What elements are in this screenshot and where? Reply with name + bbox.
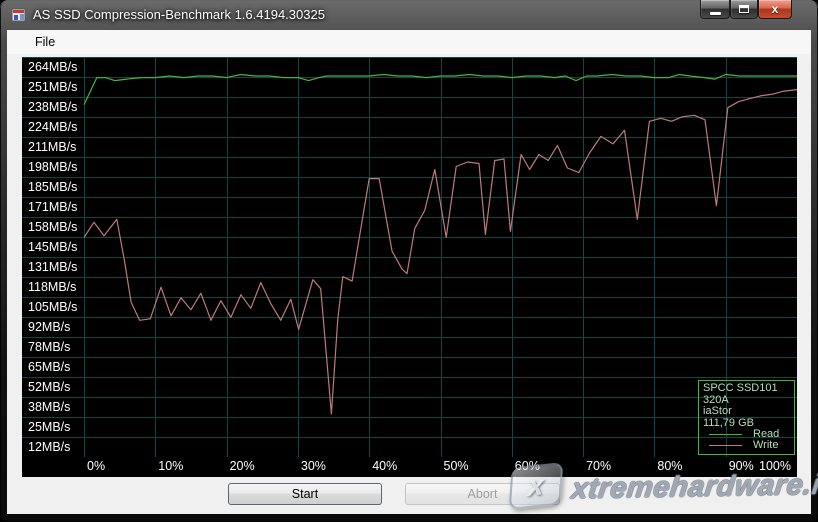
- caption-buttons: x: [700, 0, 792, 19]
- x-axis-label: 90%: [729, 459, 754, 473]
- minimize-button[interactable]: [700, 0, 730, 19]
- legend-entry-read: Read: [703, 429, 794, 440]
- x-axis-label: 40%: [372, 459, 397, 473]
- client-area: File 264MB/s251MB/s238MB/s224MB/s211MB/s…: [7, 30, 811, 514]
- read-line: [84, 75, 797, 105]
- x-axis-label: 10%: [158, 459, 183, 473]
- legend-write-label: Write: [753, 440, 778, 452]
- start-button[interactable]: Start: [228, 483, 382, 505]
- write-line: [84, 90, 797, 414]
- window-frame: AS SSD Compression-Benchmark 1.6.4194.30…: [0, 0, 818, 522]
- close-icon: x: [772, 1, 779, 18]
- screenshot: AS SSD Compression-Benchmark 1.6.4194.30…: [0, 0, 818, 522]
- x-axis-label: 50%: [444, 459, 469, 473]
- benchmark-chart: 264MB/s251MB/s238MB/s224MB/s211MB/s198MB…: [22, 57, 797, 477]
- x-axis-label: 30%: [301, 459, 326, 473]
- chart-legend: SPCC SSD101 320A iaStor 111,79 GB Read W…: [698, 380, 795, 455]
- maximize-button[interactable]: [730, 0, 758, 19]
- x-axis-label: 20%: [230, 459, 255, 473]
- legend-capacity: 111,79 GB: [703, 418, 794, 430]
- x-axis-label: 80%: [657, 459, 682, 473]
- read-line-sample: [709, 434, 742, 435]
- x-axis-label: 100%: [759, 459, 791, 473]
- abort-button[interactable]: Abort: [405, 483, 560, 505]
- close-button[interactable]: x: [758, 0, 792, 19]
- app-icon: [11, 7, 27, 23]
- title-bar: AS SSD Compression-Benchmark 1.6.4194.30…: [0, 0, 818, 30]
- menu-item-file[interactable]: File: [27, 32, 63, 52]
- x-axis-labels: 0% 10% 20% 30% 40% 50% 60% 70% 80% 90% 100%: [22, 457, 797, 477]
- legend-drive-name: SPCC SSD101: [703, 383, 794, 395]
- write-line-sample: [709, 445, 742, 446]
- chart-plot: [22, 57, 797, 457]
- x-axis-label: 0%: [87, 459, 105, 473]
- legend-entry-write: Write: [703, 440, 794, 451]
- maximize-icon: [739, 5, 749, 13]
- x-axis-label: 70%: [586, 459, 611, 473]
- window-title: AS SSD Compression-Benchmark 1.6.4194.30…: [33, 7, 325, 22]
- minimize-icon: [710, 12, 721, 15]
- x-axis-label: 60%: [515, 459, 540, 473]
- legend-driver: iaStor: [703, 406, 794, 418]
- menu-bar: File: [7, 30, 811, 54]
